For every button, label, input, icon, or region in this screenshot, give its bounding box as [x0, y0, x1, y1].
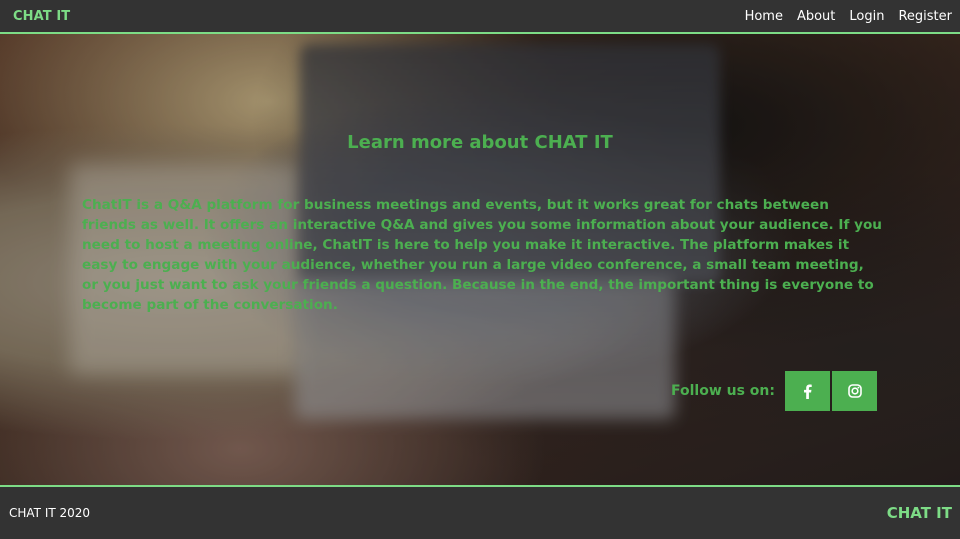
follow-us: Follow us on:	[671, 371, 877, 411]
instagram-button[interactable]	[832, 371, 877, 411]
nav-links: Home About Login Register	[731, 9, 952, 24]
footer-copyright: CHAT IT 2020	[9, 506, 91, 520]
follow-label: Follow us on:	[671, 383, 775, 399]
navbar-brand[interactable]: CHAT IT	[13, 9, 70, 24]
facebook-button[interactable]	[785, 371, 830, 411]
nav-link-register[interactable]: Register	[898, 9, 952, 24]
hero-description: ChatIT is a Q&A platform for business me…	[82, 197, 882, 313]
facebook-icon	[804, 383, 812, 399]
footer: CHAT IT 2020 CHAT IT	[0, 485, 960, 539]
hero-section: Learn more about CHAT IT ChatIT is a Q&A…	[0, 34, 960, 485]
nav-link-about[interactable]: About	[797, 9, 835, 24]
nav-link-home[interactable]: Home	[745, 9, 783, 24]
hero-title: Learn more about CHAT IT	[347, 132, 613, 153]
nav-link-login[interactable]: Login	[849, 9, 884, 24]
footer-brand[interactable]: CHAT IT	[887, 504, 952, 522]
navbar: CHAT IT Home About Login Register	[0, 0, 960, 34]
instagram-icon	[847, 384, 862, 398]
